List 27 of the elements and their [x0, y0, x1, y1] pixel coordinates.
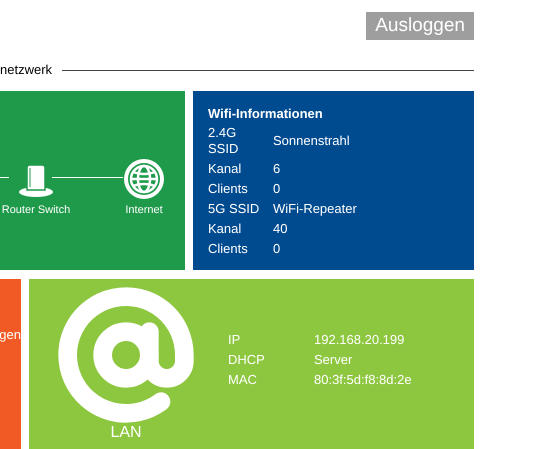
lan-info-value: 192.168.20.199	[314, 331, 406, 349]
lan-info-label: DHCP	[228, 351, 266, 369]
lan-info-label: IP	[228, 331, 242, 349]
section-title: netzwerk	[0, 61, 52, 80]
wifi-label: Kanal	[208, 220, 242, 238]
lan-info-label: MAC	[228, 371, 258, 389]
wifi-label: Clients	[208, 240, 249, 258]
wifi-value: Sonnenstrahl	[273, 132, 351, 150]
lan-label: LAN	[110, 423, 142, 443]
node-label: Internet	[125, 203, 163, 218]
wifi-title: Wifi-Informationen	[208, 105, 324, 123]
router-icon	[18, 164, 54, 198]
wifi-value: 0	[273, 180, 282, 198]
logout-button[interactable]: Ausloggen	[366, 12, 474, 40]
wifi-value: 6	[273, 160, 282, 178]
tile-label: gen	[0, 326, 21, 344]
wifi-label: 2.4G SSID	[208, 124, 240, 158]
wifi-value: 0	[273, 240, 282, 258]
lan-info-value: 80:3f:5d:f8:8d:2e	[314, 371, 412, 389]
wifi-value: 40	[273, 220, 288, 238]
wifi-value: WiFi-Repeater	[273, 200, 358, 218]
at-sign-icon	[56, 285, 196, 425]
node-label: Router Switch	[2, 203, 70, 218]
wifi-label: Clients	[208, 180, 249, 198]
wifi-label: 5G SSID	[208, 200, 260, 218]
lan-info-value: Server	[314, 351, 354, 369]
wifi-label: Kanal	[208, 160, 242, 178]
